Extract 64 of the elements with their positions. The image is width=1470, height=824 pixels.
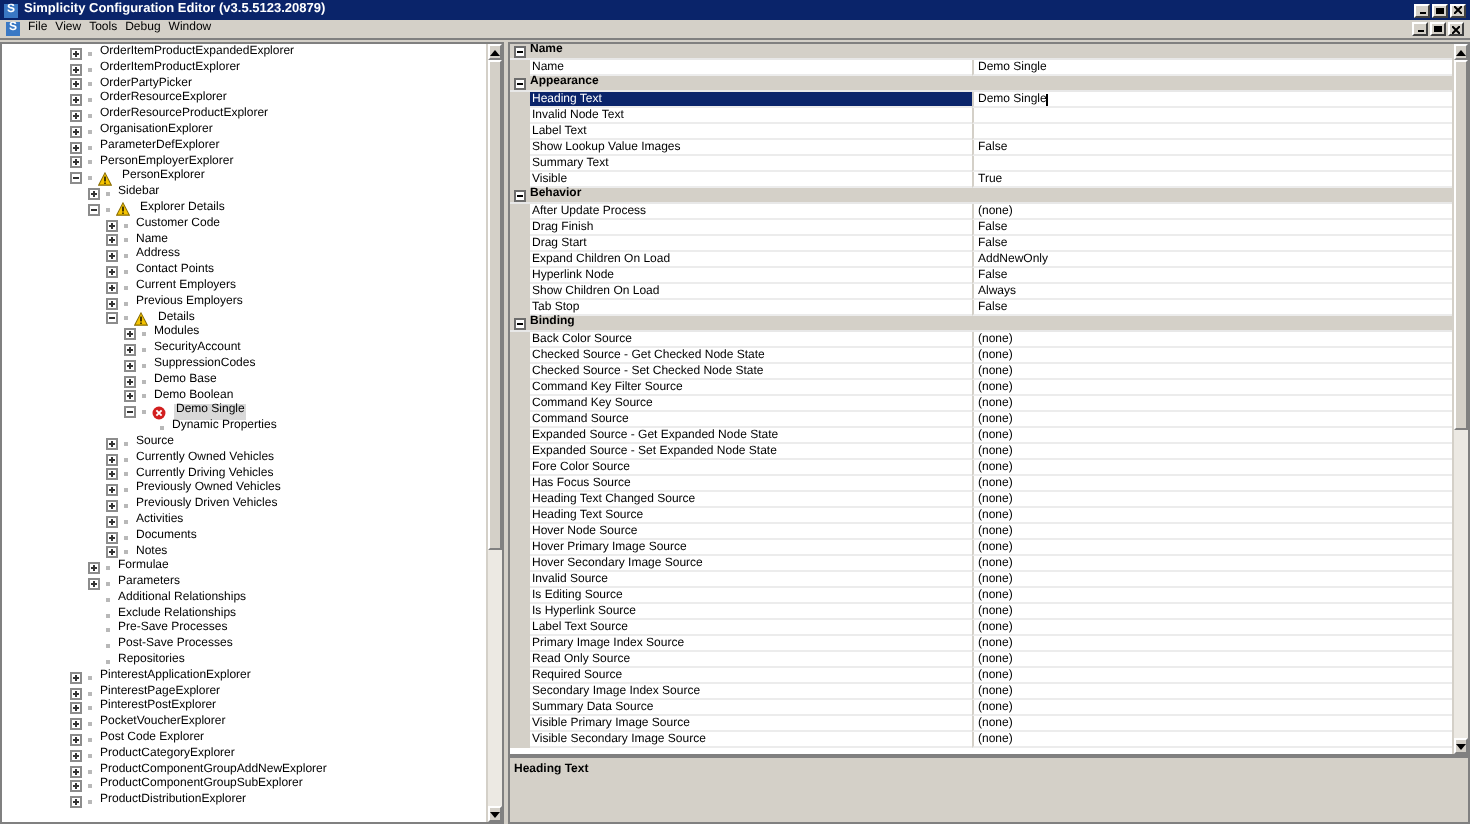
expand-icon[interactable] <box>70 63 82 76</box>
expand-icon[interactable] <box>106 546 118 559</box>
expand-icon[interactable] <box>106 453 118 466</box>
collapse-icon[interactable] <box>514 45 526 57</box>
scrollbar-thumb[interactable] <box>1454 60 1468 430</box>
minimize-button[interactable] <box>1414 3 1430 17</box>
expand-icon[interactable] <box>70 687 82 700</box>
expand-icon[interactable] <box>70 110 82 123</box>
expand-icon[interactable] <box>106 297 118 310</box>
maximize-button[interactable] <box>1432 3 1448 17</box>
scroll-down-icon[interactable] <box>1456 743 1466 749</box>
collapse-icon[interactable] <box>70 172 82 185</box>
expand-icon[interactable] <box>70 47 82 60</box>
expand-icon[interactable] <box>124 375 136 388</box>
expand-icon[interactable] <box>70 671 82 684</box>
expand-icon[interactable] <box>106 266 118 279</box>
close-icon[interactable] <box>1452 25 1460 33</box>
expand-icon[interactable] <box>106 531 118 544</box>
expand-icon[interactable] <box>106 515 118 528</box>
close-button[interactable] <box>1448 22 1464 36</box>
expand-icon[interactable] <box>124 359 136 372</box>
expand-icon[interactable] <box>70 780 82 793</box>
expand-icon[interactable] <box>106 500 118 512</box>
scroll-up-icon[interactable] <box>1456 49 1466 55</box>
expand-icon[interactable] <box>106 437 118 450</box>
expand-icon[interactable] <box>70 78 82 91</box>
expand-icon[interactable] <box>70 718 82 731</box>
expand-icon[interactable] <box>70 94 82 107</box>
expand-icon[interactable] <box>88 577 100 590</box>
expand-icon[interactable] <box>70 765 82 778</box>
expand-icon[interactable] <box>70 141 82 154</box>
expand-icon[interactable] <box>124 328 136 341</box>
collapse-icon[interactable] <box>124 406 136 419</box>
expand-icon[interactable] <box>70 702 82 715</box>
collapse-icon[interactable] <box>514 189 526 201</box>
collapse-icon[interactable] <box>514 317 526 329</box>
text-cursor <box>1046 93 1049 105</box>
expand-icon[interactable] <box>70 749 82 762</box>
scroll-down-icon[interactable] <box>490 811 500 817</box>
expand-icon[interactable] <box>70 125 82 138</box>
expand-icon[interactable] <box>124 344 136 357</box>
expand-icon[interactable] <box>106 484 118 497</box>
expand-icon[interactable] <box>106 234 118 247</box>
scrollbar[interactable] <box>1452 44 1468 754</box>
scroll-up-icon[interactable] <box>490 49 500 55</box>
collapse-icon[interactable] <box>106 312 118 325</box>
expand-icon[interactable] <box>106 219 118 232</box>
expand-icon[interactable] <box>88 188 100 201</box>
close-button[interactable] <box>1450 3 1466 17</box>
scrollbar-thumb[interactable] <box>488 60 502 550</box>
close-icon[interactable] <box>1454 6 1462 14</box>
expand-icon[interactable] <box>88 562 100 575</box>
restore-button[interactable] <box>1430 22 1446 36</box>
collapse-icon[interactable] <box>514 77 526 89</box>
expand-icon[interactable] <box>106 468 118 481</box>
collapse-icon[interactable] <box>88 203 100 216</box>
expand-icon[interactable] <box>124 390 136 403</box>
expand-icon[interactable] <box>106 281 118 294</box>
expand-icon[interactable] <box>70 156 82 169</box>
scrollbar[interactable] <box>486 44 502 822</box>
expand-icon[interactable] <box>70 733 82 746</box>
minimize-button[interactable] <box>1412 22 1428 36</box>
expand-icon[interactable] <box>70 796 82 809</box>
expand-icon[interactable] <box>106 250 118 263</box>
